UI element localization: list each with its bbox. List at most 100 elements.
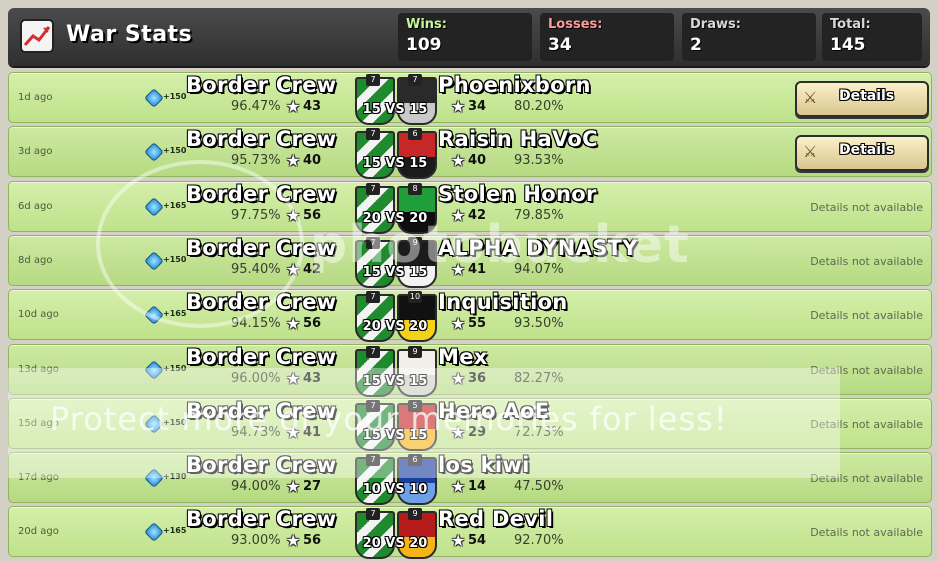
war-row: 15d ago +150 Border Crew 94.73% ★ 41 7 5… bbox=[8, 398, 932, 451]
opponent-level: 9 bbox=[408, 508, 422, 520]
clan-stars: 56 bbox=[303, 533, 322, 548]
clan-level: 7 bbox=[366, 128, 380, 140]
losses-stat: Losses: 34 bbox=[540, 13, 674, 61]
opponent-destruction: 80.20% bbox=[514, 99, 564, 114]
clan-name: Border Crew bbox=[186, 399, 337, 423]
xp-gem-icon bbox=[144, 468, 164, 488]
opponent-level: 9 bbox=[408, 237, 422, 249]
war-stats-header: War Stats Wins: 109 Losses: 34 Draws: 2 … bbox=[8, 8, 930, 66]
war-row: 10d ago +165 Border Crew 94.15% ★ 56 7 1… bbox=[8, 289, 932, 342]
war-size-left: 20 bbox=[362, 536, 381, 551]
opponent-level: 6 bbox=[408, 128, 422, 140]
clan-destruction: 96.47% bbox=[231, 99, 281, 114]
draws-stat: Draws: 2 bbox=[682, 13, 816, 61]
clan-name: Border Crew bbox=[186, 453, 337, 477]
star-icon: ★ bbox=[286, 369, 301, 388]
opponent-level: 9 bbox=[408, 346, 422, 358]
details-button[interactable]: ⚔ Details bbox=[795, 81, 929, 117]
opponent-destruction: 79.85% bbox=[514, 208, 564, 223]
clan-name: Border Crew bbox=[186, 290, 337, 314]
star-icon: ★ bbox=[286, 423, 301, 442]
wins-label: Wins: bbox=[406, 17, 447, 32]
war-size-right: 15 bbox=[409, 374, 428, 389]
details-unavailable: Details not available bbox=[810, 364, 923, 377]
opponent-name: Phoenixborn bbox=[438, 73, 591, 97]
war-time-ago: 3d ago bbox=[18, 146, 53, 157]
opponent-destruction: 93.50% bbox=[514, 316, 564, 331]
opponent-level: 6 bbox=[408, 454, 422, 466]
xp-bonus: +130 bbox=[163, 472, 187, 481]
xp-bonus: +150 bbox=[163, 364, 187, 373]
chart-icon bbox=[20, 19, 54, 53]
xp-bonus: +150 bbox=[163, 92, 187, 101]
war-size-left: 15 bbox=[362, 428, 381, 443]
clan-stars: 41 bbox=[303, 425, 322, 440]
vs-label: VS bbox=[385, 156, 405, 171]
total-stat: Total: 145 bbox=[822, 13, 922, 61]
clan-stars: 56 bbox=[303, 208, 322, 223]
losses-value: 34 bbox=[548, 35, 572, 55]
war-size-left: 15 bbox=[362, 102, 381, 117]
vs-label: VS bbox=[385, 211, 405, 226]
opponent-level: 7 bbox=[408, 74, 422, 86]
xp-gem-icon bbox=[144, 197, 164, 217]
clan-stars: 27 bbox=[303, 479, 322, 494]
opponent-name: ALPHA DYNASTY bbox=[438, 236, 638, 260]
opponent-stars: 40 bbox=[468, 153, 487, 168]
xp-gem-icon bbox=[144, 88, 164, 108]
xp-gem-icon bbox=[144, 305, 164, 325]
opponent-stars: 54 bbox=[468, 533, 487, 548]
details-unavailable: Details not available bbox=[810, 201, 923, 214]
details-button-label: Details bbox=[839, 88, 895, 104]
clan-level: 7 bbox=[366, 454, 380, 466]
clan-level: 7 bbox=[366, 508, 380, 520]
details-button-label: Details bbox=[839, 142, 895, 158]
war-size: 20 VS 20 bbox=[357, 536, 433, 551]
opponent-stars: 34 bbox=[468, 99, 487, 114]
war-time-ago: 17d ago bbox=[18, 472, 59, 483]
star-icon: ★ bbox=[286, 531, 301, 550]
xp-gem-icon bbox=[144, 251, 164, 271]
clan-destruction: 97.75% bbox=[231, 208, 281, 223]
xp-bonus: +150 bbox=[163, 255, 187, 264]
draws-value: 2 bbox=[690, 35, 702, 55]
war-row: 13d ago +150 Border Crew 96.00% ★ 43 7 9… bbox=[8, 344, 932, 397]
details-button[interactable]: ⚔ Details bbox=[795, 135, 929, 171]
opponent-stars: 14 bbox=[468, 479, 487, 494]
opponent-name: Hero AoE bbox=[438, 399, 550, 423]
losses-label: Losses: bbox=[548, 17, 603, 32]
star-icon: ★ bbox=[451, 206, 466, 225]
star-icon: ★ bbox=[286, 260, 301, 279]
details-unavailable: Details not available bbox=[810, 255, 923, 268]
vs-label: VS bbox=[385, 265, 405, 280]
clan-name: Border Crew bbox=[186, 73, 337, 97]
opponent-destruction: 82.27% bbox=[514, 371, 564, 386]
clan-destruction: 94.00% bbox=[231, 479, 281, 494]
page-title: War Stats bbox=[66, 22, 193, 47]
details-unavailable: Details not available bbox=[810, 472, 923, 485]
opponent-name: Red Devil bbox=[438, 507, 554, 531]
clan-stars: 40 bbox=[303, 153, 322, 168]
xp-bonus: +150 bbox=[163, 146, 187, 155]
clan-stars: 56 bbox=[303, 316, 322, 331]
star-icon: ★ bbox=[451, 260, 466, 279]
draws-label: Draws: bbox=[690, 17, 741, 32]
war-size: 20 VS 20 bbox=[357, 211, 433, 226]
clan-level: 7 bbox=[366, 183, 380, 195]
war-size: 15 VS 15 bbox=[357, 374, 433, 389]
war-size-right: 20 bbox=[409, 536, 428, 551]
war-size-left: 10 bbox=[362, 482, 381, 497]
clan-destruction: 96.00% bbox=[231, 371, 281, 386]
opponent-name: Stolen Honor bbox=[438, 182, 597, 206]
war-size: 15 VS 15 bbox=[357, 156, 433, 171]
war-row: 8d ago +150 Border Crew 95.40% ★ 42 7 9 … bbox=[8, 235, 932, 288]
xp-bonus: +165 bbox=[163, 309, 187, 318]
war-size-left: 15 bbox=[362, 374, 381, 389]
war-time-ago: 6d ago bbox=[18, 201, 53, 212]
war-size: 10 VS 10 bbox=[357, 482, 433, 497]
war-row: 1d ago +150 Border Crew 96.47% ★ 43 7 7 … bbox=[8, 72, 932, 125]
war-row: 6d ago +165 Border Crew 97.75% ★ 56 7 8 … bbox=[8, 181, 932, 234]
star-icon: ★ bbox=[286, 97, 301, 116]
opponent-destruction: 93.53% bbox=[514, 153, 564, 168]
war-time-ago: 10d ago bbox=[18, 309, 59, 320]
